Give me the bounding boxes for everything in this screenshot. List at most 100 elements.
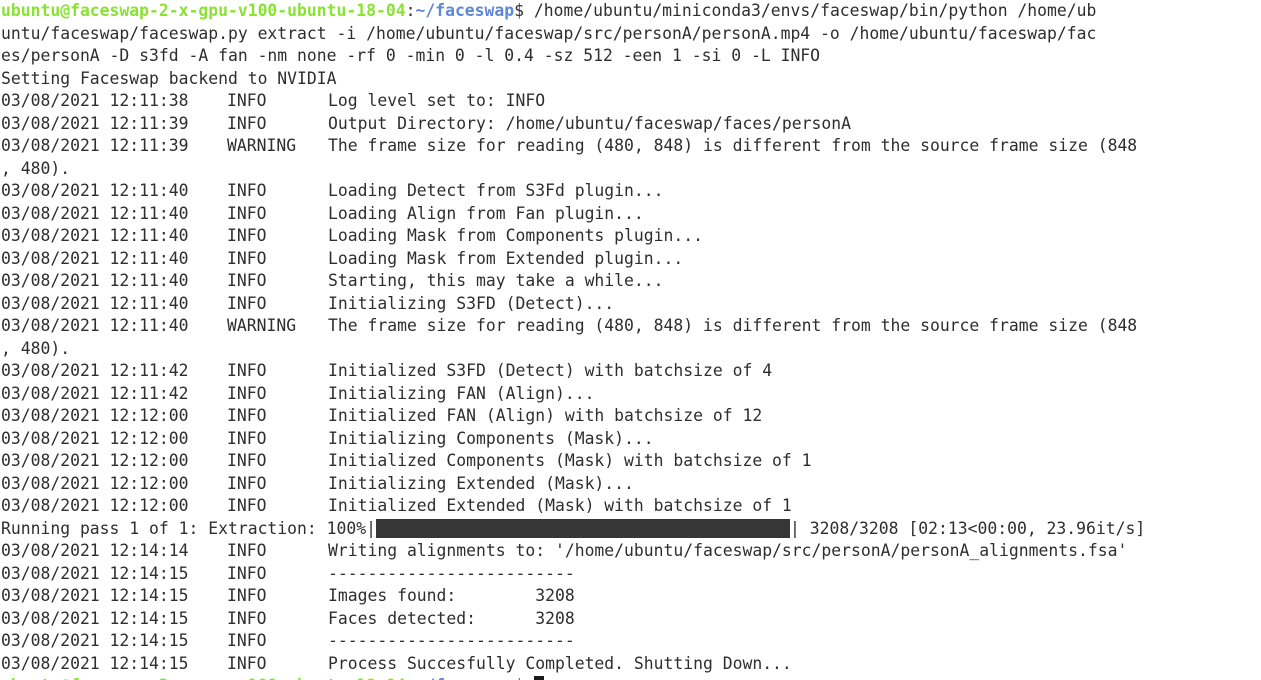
final-prompt-symbol: $ — [514, 676, 524, 680]
log-line: 03/08/2021 12:14:15 INFO Process Succesful… — [1, 653, 1261, 676]
log-message: Loading Mask from Extended plugin... — [328, 248, 684, 268]
log-message: Initialized Extended (Mask) with batchsi… — [328, 496, 792, 515]
log-line: 03/08/2021 12:11:40 INFO Loading Detect fr… — [1, 180, 1261, 203]
log-timestamp: 03/08/2021 12:14:14 — [1, 541, 189, 560]
log-level: INFO — [227, 248, 267, 268]
log-level: INFO — [227, 406, 267, 425]
progress-suffix: | 3208/3208 [02:13<00:00, 23.96it/s] — [789, 518, 1146, 538]
final-prompt-separator: : — [406, 676, 416, 680]
log-level: INFO — [227, 586, 267, 605]
log-level: INFO — [227, 361, 267, 380]
log-level: INFO — [227, 541, 267, 560]
log-continuation: , 480). — [1, 338, 71, 358]
log-level: INFO — [227, 91, 267, 110]
prompt-symbol: $ — [514, 1, 525, 20]
log-message: Initialized S3FD (Detect) with batchsize… — [328, 361, 773, 380]
log-level: WARNING — [227, 316, 297, 335]
log-message: Faces detected: 3208 — [328, 608, 575, 628]
backend-message: Setting Faceswap backend to NVIDIA — [1, 68, 337, 88]
final-prompt-line[interactable]: ubuntu@faceswap-2-x-gpu-v100-ubuntu-18-0… — [1, 675, 544, 680]
log-line: 03/08/2021 12:14:14 INFO Writing alignment… — [1, 540, 1261, 563]
log-timestamp: 03/08/2021 12:12:00 — [1, 496, 189, 515]
log-line: 03/08/2021 12:11:39 WARNING The frame size… — [1, 135, 1261, 158]
command-line-3: es/personA -D s3fd -A fan -nm none -rf 0… — [1, 46, 821, 65]
log-message: Process Succesfully Completed. Shutting … — [328, 653, 792, 673]
log-timestamp: 03/08/2021 12:14:15 — [1, 586, 189, 605]
log-level: INFO — [227, 226, 267, 245]
log-message: Initializing FAN (Align)... — [328, 383, 595, 403]
log-line: 03/08/2021 12:14:15 INFO Images found: 320… — [1, 585, 1261, 608]
final-prompt-user-host: ubuntu@faceswap-2-x-gpu-v100-ubuntu-18-0… — [1, 676, 406, 680]
log-message: Writing alignments to: '/home/ubuntu/fac… — [328, 541, 1128, 560]
log-line: 03/08/2021 12:11:40 INFO Initializing S3FD… — [1, 293, 1261, 316]
log-level: INFO — [227, 203, 267, 223]
log-message: The frame size for reading (480, 848) is… — [328, 136, 1138, 155]
final-prompt-path: ~/faceswap — [415, 676, 514, 680]
log-timestamp: 03/08/2021 12:14:15 — [1, 563, 189, 583]
log-line: 03/08/2021 12:11:40 INFO Starting, this ma… — [1, 270, 1261, 293]
log-timestamp: 03/08/2021 12:11:40 — [1, 203, 189, 223]
log-timestamp: 03/08/2021 12:11:40 — [1, 271, 189, 290]
text-cursor — [533, 676, 544, 680]
log-line: 03/08/2021 12:12:00 INFO Initialized Compo… — [1, 450, 1261, 473]
terminal-window[interactable]: ubuntu@faceswap-2-x-gpu-v100-ubuntu-18-0… — [0, 0, 1261, 680]
log-level: INFO — [227, 428, 267, 448]
log-line: 03/08/2021 12:11:40 INFO Loading Mask from… — [1, 248, 1261, 271]
command-text-part-1: /home/ubuntu/miniconda3/envs/faceswap/bi… — [524, 1, 1097, 20]
log-timestamp: 03/08/2021 12:12:00 — [1, 406, 189, 425]
log-message: Loading Detect from S3Fd plugin... — [328, 181, 664, 200]
log-timestamp: 03/08/2021 12:11:40 — [1, 181, 189, 200]
progress-line: Running pass 1 of 1: Extraction: 100%| | … — [1, 518, 1145, 541]
log-timestamp: 03/08/2021 12:11:40 — [1, 226, 189, 245]
log-line: 03/08/2021 12:14:15 INFO Faces detected: 3… — [1, 608, 1261, 631]
log-message: ------------------------- — [328, 563, 575, 583]
log-timestamp: 03/08/2021 12:11:39 — [1, 113, 189, 133]
log-level: INFO — [227, 451, 267, 470]
log-message: Initialized FAN (Align) with batchsize o… — [328, 406, 763, 425]
log-timestamp: 03/08/2021 12:11:40 — [1, 316, 189, 335]
log-timestamp: 03/08/2021 12:12:00 — [1, 473, 189, 493]
log-level: INFO — [227, 383, 267, 403]
prompt-separator: : — [405, 1, 416, 20]
log-line: 03/08/2021 12:11:40 INFO Loading Align fro… — [1, 203, 1261, 226]
command-line-1: ubuntu@faceswap-2-x-gpu-v100-ubuntu-18-0… — [1, 0, 1096, 23]
log-message: Starting, this may take a while... — [328, 271, 664, 290]
command-line-2: untu/faceswap/faceswap.py extract -i /ho… — [1, 23, 1097, 43]
log-level: INFO — [227, 563, 267, 583]
log-message: Initializing Extended (Mask)... — [328, 473, 634, 493]
log-level: INFO — [227, 271, 267, 290]
log-timestamp: 03/08/2021 12:11:39 — [1, 136, 189, 155]
log-line: 03/08/2021 12:11:38 INFO Log level set to:… — [1, 90, 1261, 113]
log-line: 03/08/2021 12:11:42 INFO Initialized S3FD … — [1, 360, 1261, 383]
log-level: INFO — [227, 113, 267, 133]
log-line: 03/08/2021 12:14:15 INFO -----------------… — [1, 563, 1261, 586]
log-level: INFO — [227, 631, 267, 650]
log-message: Log level set to: INFO — [328, 91, 546, 110]
log-timestamp: 03/08/2021 12:14:15 — [1, 653, 189, 673]
log-level: INFO — [227, 608, 267, 628]
log-level: INFO — [227, 181, 267, 200]
log-timestamp: 03/08/2021 12:11:38 — [1, 91, 189, 110]
log-message: ------------------------- — [328, 631, 575, 650]
log-line: 03/08/2021 12:14:15 INFO -----------------… — [1, 630, 1261, 653]
log-message: Images found: 3208 — [328, 586, 575, 605]
log-timestamp: 03/08/2021 12:11:42 — [1, 361, 189, 380]
log-message: Output Directory: /home/ubuntu/faceswap/… — [328, 113, 852, 133]
log-line: 03/08/2021 12:12:00 INFO Initialized FAN (… — [1, 405, 1261, 428]
log-message: Loading Align from Fan plugin... — [328, 203, 644, 223]
log-message: Initializing Components (Mask)... — [328, 428, 654, 448]
progress-bar — [375, 518, 790, 538]
log-message: Loading Mask from Components plugin... — [328, 226, 703, 245]
log-timestamp: 03/08/2021 12:14:15 — [1, 608, 189, 628]
prompt-user-host: ubuntu@faceswap-2-x-gpu-v100-ubuntu-18-0… — [1, 1, 406, 20]
log-timestamp: 03/08/2021 12:11:40 — [1, 248, 189, 268]
log-level: WARNING — [227, 136, 297, 155]
log-line: 03/08/2021 12:11:39 INFO Output Directory:… — [1, 113, 1261, 136]
log-line: 03/08/2021 12:11:42 INFO Initializing FAN … — [1, 383, 1261, 406]
log-message: The frame size for reading (480, 848) is… — [328, 316, 1138, 335]
progress-prefix: Running pass 1 of 1: Extraction: 100%| — [1, 518, 376, 538]
log-message: Initialized Components (Mask) with batch… — [328, 451, 812, 470]
log-timestamp: 03/08/2021 12:14:15 — [1, 631, 189, 650]
prompt-path: ~/faceswap — [415, 1, 515, 20]
log-timestamp: 03/08/2021 12:12:00 — [1, 451, 189, 470]
